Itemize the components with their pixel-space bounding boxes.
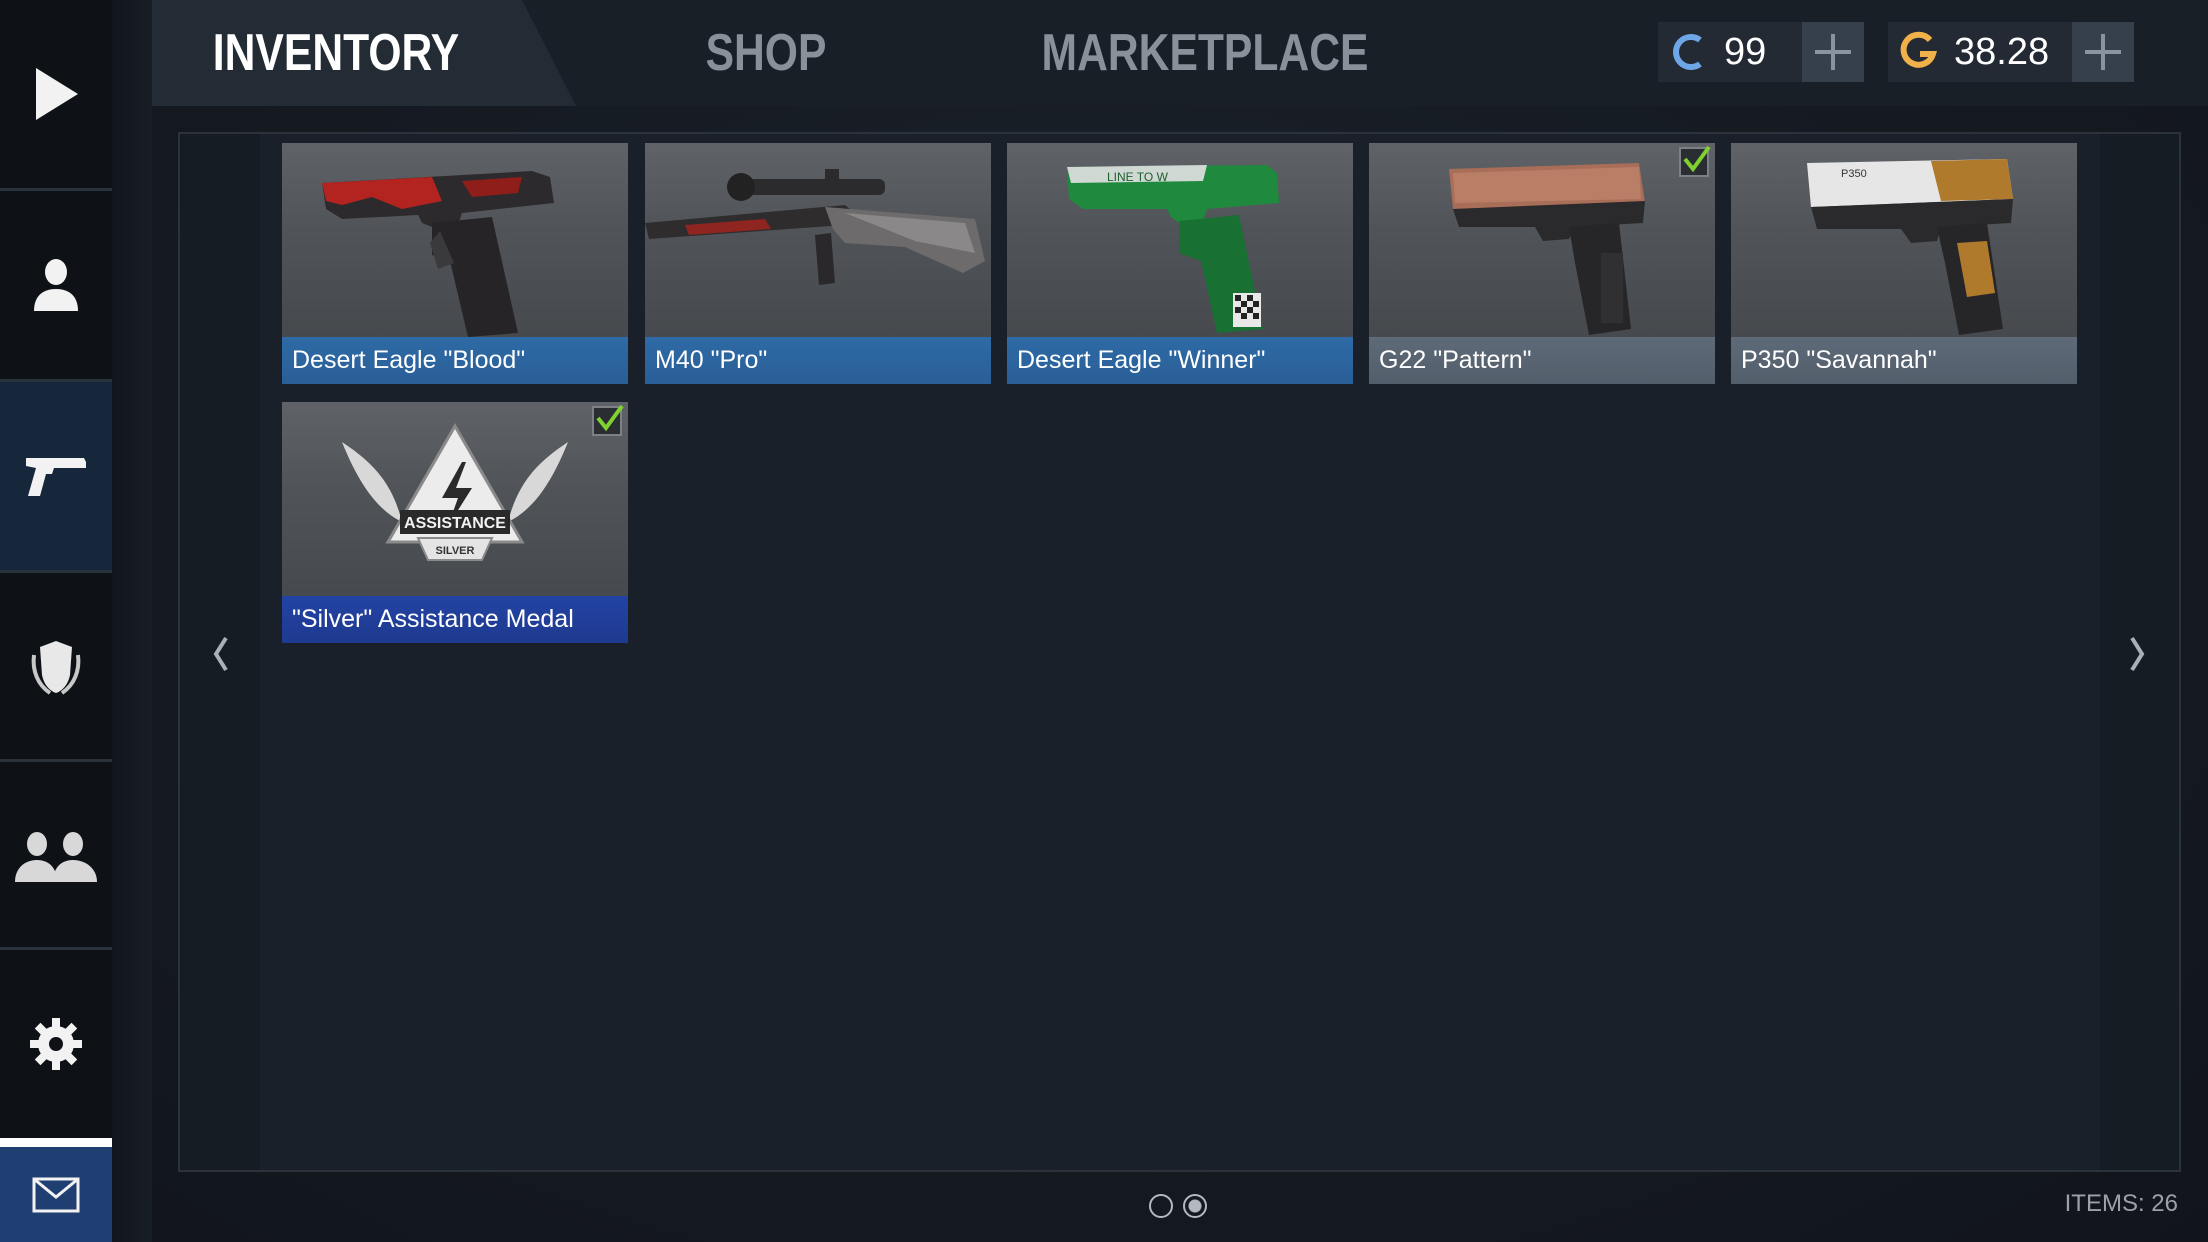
gold-balance: 38.28 (1888, 22, 2134, 82)
item-image: ASSISTANCE SILVER (282, 402, 628, 596)
checkmark-icon (1683, 145, 1711, 173)
item-name: G22 "Pattern" (1369, 337, 1715, 384)
sidebar-item-mail[interactable] (0, 1138, 112, 1242)
tab-inventory[interactable]: INVENTORY (213, 0, 459, 106)
item-name: P350 "Savannah" (1731, 337, 2077, 384)
coin-c-icon (1658, 22, 1718, 82)
item-image (1369, 143, 1715, 337)
friends-icon (15, 832, 97, 882)
prev-page-arrow[interactable] (190, 614, 250, 694)
chevron-left-icon (213, 636, 228, 672)
item-image: P350 (1731, 143, 2077, 337)
winner-skin-text: LINE TO W (1107, 170, 1169, 184)
chevron-right-icon (2130, 636, 2145, 672)
sidebar-gutter (112, 0, 152, 1242)
equipped-check (592, 404, 624, 436)
item-image (282, 143, 628, 337)
page-dot-1[interactable] (1149, 1194, 1173, 1218)
next-page-arrow[interactable] (2108, 614, 2168, 694)
medal-icon: ASSISTANCE SILVER (342, 423, 568, 561)
pistol-icon (26, 458, 86, 496)
sidebar (0, 0, 112, 1242)
person-icon (34, 259, 78, 311)
coins-amount: 99 (1724, 30, 1767, 73)
glock-icon (1449, 163, 1645, 335)
inventory-item-m40-pro[interactable]: M40 "Pro" (645, 143, 991, 384)
tab-shop[interactable]: SHOP (684, 0, 848, 106)
game-inventory-screen: INVENTORY SHOP MARKETPLACE 99 38.28 Dese… (0, 0, 2208, 1242)
items-count: ITEMS: 26 (2064, 1190, 2178, 1217)
desert-eagle-icon: LINE TO W (1067, 165, 1279, 333)
item-name: "Silver" Assistance Medal (282, 596, 628, 643)
plus-icon (2085, 34, 2121, 70)
desert-eagle-icon (322, 171, 554, 337)
inventory-item-desert-eagle-winner[interactable]: LINE TO W Desert Eagle "Winner" (1007, 143, 1353, 384)
tab-marketplace[interactable]: MARKETPLACE (1042, 0, 1369, 106)
mail-icon (32, 1177, 80, 1212)
equipped-check (1679, 145, 1711, 177)
item-name: M40 "Pro" (645, 337, 991, 384)
p350-engraving: P350 (1841, 168, 1867, 180)
item-name: Desert Eagle "Blood" (282, 337, 628, 384)
play-icon (36, 68, 78, 120)
inventory-item-g22-pattern[interactable]: G22 "Pattern" (1369, 143, 1715, 384)
checkmark-icon (596, 404, 624, 432)
gear-icon (30, 1018, 82, 1070)
p350-pistol-icon: P350 (1807, 159, 2013, 335)
page-indicator (1149, 1194, 1207, 1218)
inventory-item-silver-assistance-medal[interactable]: ASSISTANCE SILVER "Silver" Assistance Me… (282, 402, 628, 643)
page-dot-2-active[interactable] (1183, 1194, 1207, 1218)
sidebar-item-inventory[interactable] (0, 382, 112, 570)
item-image (645, 143, 991, 337)
item-name: Desert Eagle "Winner" (1007, 337, 1353, 384)
shield-icon (31, 641, 81, 695)
sidebar-item-friends[interactable] (0, 762, 112, 950)
sidebar-item-settings[interactable] (0, 950, 112, 1138)
medal-tier-text: SILVER (436, 545, 475, 557)
sniper-rifle-icon (645, 169, 985, 285)
item-image: LINE TO W (1007, 143, 1353, 337)
inventory-item-desert-eagle-blood[interactable]: Desert Eagle "Blood" (282, 143, 628, 384)
add-gold-button[interactable] (2072, 22, 2134, 82)
coins-balance: 99 (1658, 22, 1864, 82)
medal-title-text: ASSISTANCE (404, 515, 506, 532)
sidebar-item-play[interactable] (0, 0, 112, 188)
gold-g-icon (1888, 22, 1948, 82)
add-coins-button[interactable] (1802, 22, 1864, 82)
sidebar-item-profile[interactable] (0, 191, 112, 379)
gold-amount: 38.28 (1954, 30, 2050, 73)
sidebar-item-clan[interactable] (0, 573, 112, 761)
plus-icon (1815, 34, 1851, 70)
inventory-item-p350-savannah[interactable]: P350 P350 "Savannah" (1731, 143, 2077, 384)
